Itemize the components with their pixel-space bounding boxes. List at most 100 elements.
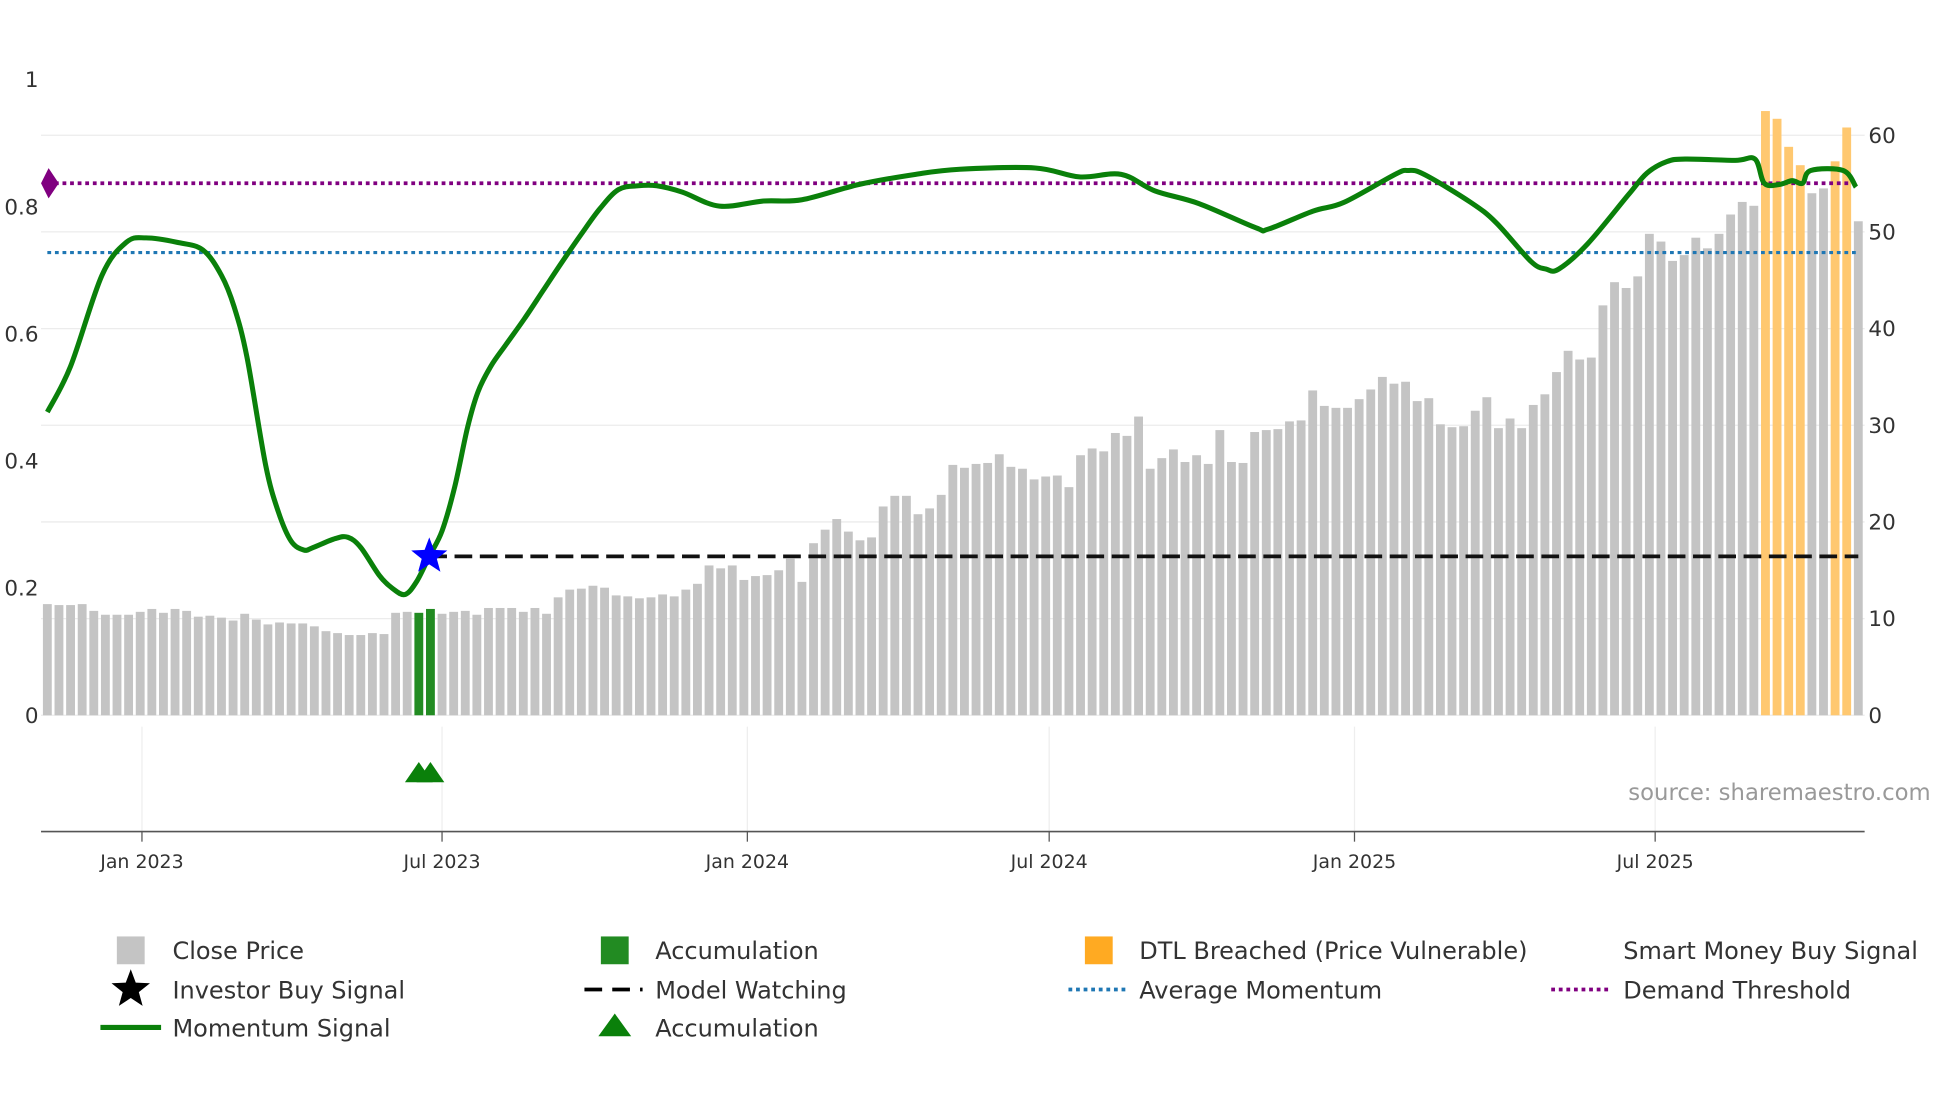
close-price-bar bbox=[1598, 305, 1608, 716]
legend: Close Price Accumulation DTL Breached (Pri… bbox=[100, 936, 1918, 1042]
close-price-bar bbox=[553, 597, 563, 716]
close-price-bar bbox=[1018, 468, 1027, 716]
right-axis-label: 20 bbox=[1868, 511, 1895, 536]
green-triangle-icon bbox=[598, 1013, 632, 1037]
dtl-breached-bar bbox=[1830, 161, 1840, 716]
close-price-bar bbox=[774, 570, 784, 716]
close-price-bar bbox=[785, 558, 795, 716]
close-price-bar bbox=[669, 596, 679, 716]
close-price-bar bbox=[1807, 193, 1817, 716]
close-price-bar bbox=[42, 604, 52, 716]
accumulation-bar bbox=[426, 608, 435, 716]
legend-item-green-line: Momentum Signal bbox=[100, 1014, 391, 1042]
close-price-bar bbox=[1110, 432, 1120, 716]
close-price-bar bbox=[901, 495, 911, 716]
close-price-bar bbox=[727, 565, 737, 716]
close-price-bar bbox=[739, 579, 749, 716]
close-price-bar bbox=[1459, 426, 1469, 716]
legend-label: Demand Threshold bbox=[1623, 976, 1851, 1004]
x-tick-label: Jan 2025 bbox=[1312, 851, 1396, 873]
right-axis-label: 0 bbox=[1868, 704, 1882, 729]
right-axis-label: 30 bbox=[1868, 414, 1895, 439]
close-price-bar bbox=[66, 605, 75, 716]
legend-label: Momentum Signal bbox=[172, 1014, 390, 1042]
close-price-bar bbox=[693, 583, 702, 716]
close-price-bar bbox=[646, 597, 656, 716]
close-price-bar bbox=[1029, 479, 1039, 716]
close-price-bar bbox=[228, 620, 238, 716]
black-star-icon bbox=[111, 969, 150, 1006]
close-price-bar bbox=[344, 635, 354, 716]
close-price-bar bbox=[1296, 420, 1306, 716]
legend-item-black-dash: Model Watching bbox=[584, 976, 847, 1004]
close-price-bar bbox=[182, 610, 192, 716]
close-price-bar bbox=[1319, 405, 1329, 716]
close-price-bar bbox=[379, 634, 389, 716]
close-price-bar bbox=[716, 568, 726, 716]
close-price-bar bbox=[124, 614, 134, 716]
legend-item-black-star: Investor Buy Signal bbox=[111, 969, 405, 1006]
close-price-bar bbox=[193, 616, 203, 716]
close-price-bar bbox=[960, 467, 969, 716]
close-price-bar bbox=[1099, 451, 1109, 716]
right-axis-label: 50 bbox=[1868, 220, 1895, 245]
legend-label: Investor Buy Signal bbox=[172, 976, 405, 1004]
legend-item-blue-star: Smart Money Buy Signal bbox=[1623, 937, 1918, 965]
left-axis-label: 1 bbox=[25, 68, 39, 93]
close-price-bar bbox=[112, 614, 122, 716]
close-price-bar bbox=[1470, 410, 1480, 716]
close-price-bar bbox=[1552, 372, 1561, 716]
demand-threshold-diamond-icon bbox=[41, 168, 59, 199]
close-price-bar bbox=[994, 454, 1004, 716]
legend-label: Average Momentum bbox=[1139, 976, 1382, 1004]
close-price-bar bbox=[1134, 416, 1143, 716]
close-price-bar bbox=[1180, 461, 1190, 716]
close-price-bar bbox=[983, 462, 993, 716]
close-price-bar bbox=[797, 581, 807, 716]
smart-money-buy-star-icon bbox=[411, 537, 448, 572]
close-price-bar bbox=[925, 508, 935, 716]
left-axis-label: 0.4 bbox=[4, 450, 38, 475]
close-price-bar bbox=[1517, 428, 1527, 716]
close-price-bar bbox=[936, 494, 946, 716]
close-price-bar bbox=[1494, 428, 1503, 716]
close-price-bar bbox=[217, 617, 226, 716]
close-price-bar bbox=[1331, 407, 1341, 716]
close-price-bar bbox=[1238, 462, 1248, 716]
close-price-bar bbox=[89, 610, 99, 716]
close-price-bar bbox=[1343, 407, 1352, 716]
close-price-bar bbox=[100, 614, 110, 716]
close-price-bar bbox=[1076, 455, 1085, 716]
close-price-bar bbox=[1145, 468, 1155, 716]
x-tick-label: Jul 2024 bbox=[1010, 851, 1088, 873]
close-price-bar bbox=[484, 607, 493, 716]
close-price-bar bbox=[971, 463, 981, 716]
close-price-bar bbox=[507, 607, 517, 716]
close-price-bar bbox=[263, 624, 273, 716]
close-price-bar bbox=[1644, 233, 1654, 716]
dtl-breached-bar bbox=[1761, 111, 1770, 716]
legend-label: Accumulation bbox=[655, 937, 819, 965]
left-axis-label: 0.6 bbox=[4, 322, 38, 347]
close-price-bar bbox=[1633, 276, 1643, 716]
close-price-bar bbox=[913, 514, 923, 716]
close-price-bar bbox=[867, 537, 876, 716]
close-price-bar bbox=[1285, 421, 1294, 716]
close-price-bar bbox=[1610, 282, 1619, 716]
close-price-bar bbox=[77, 604, 87, 716]
close-price-bar bbox=[1052, 475, 1062, 716]
legend-item-green-triangle: Accumulation bbox=[598, 1013, 819, 1042]
close-price-bar bbox=[1366, 389, 1376, 716]
close-price-bar bbox=[251, 619, 261, 716]
legend-label: DTL Breached (Price Vulnerable) bbox=[1139, 937, 1527, 965]
legend-item-green-square: Accumulation bbox=[600, 936, 819, 965]
legend-item-blue-dot-line: Average Momentum bbox=[1068, 976, 1382, 1004]
legend-item-purple-dot-line: Demand Threshold bbox=[1551, 976, 1851, 1004]
close-price-bar bbox=[1726, 214, 1736, 716]
x-tick-label: Jul 2023 bbox=[403, 851, 481, 873]
close-price-bar bbox=[1679, 255, 1689, 716]
close-price-bar bbox=[1389, 383, 1399, 716]
close-price-bar bbox=[1563, 350, 1573, 716]
close-price-bar bbox=[530, 607, 540, 716]
x-tick-label: Jul 2025 bbox=[1616, 851, 1694, 873]
